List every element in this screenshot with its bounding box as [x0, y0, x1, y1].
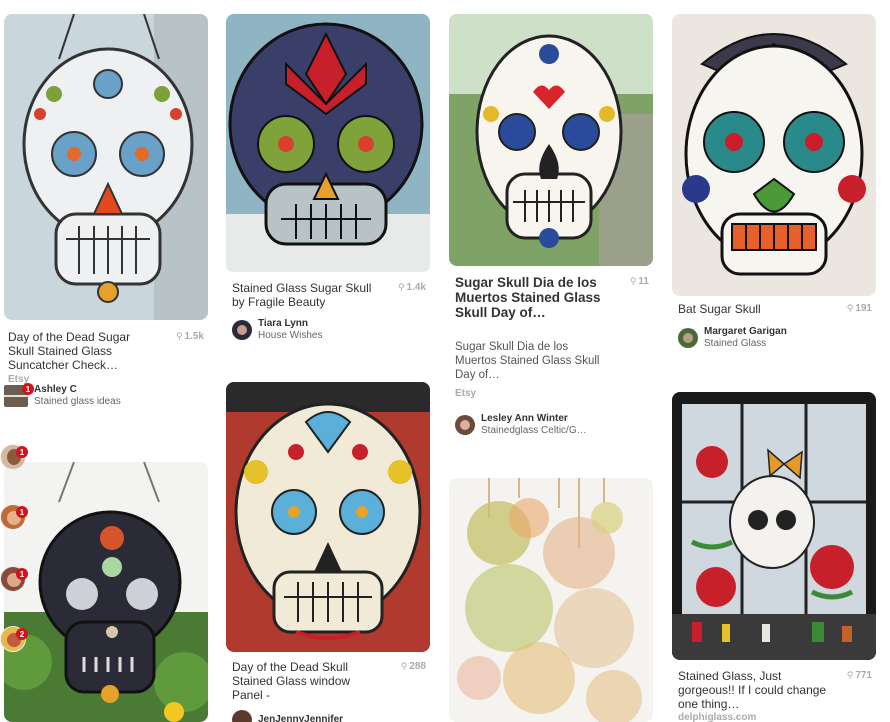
day-of-dead-panel-image	[226, 382, 430, 652]
dark-skull-image	[4, 462, 208, 722]
pin-title[interactable]: Bat Sugar Skull	[678, 302, 828, 316]
author-name[interactable]: Margaret Garigan	[704, 326, 787, 338]
side-avatar-badge: 1	[16, 446, 28, 458]
save-count-value: 191	[855, 303, 872, 314]
author-row[interactable]: Lesley Ann Winter Stainedglass Celtic/G…	[455, 413, 587, 437]
pin-image-fragile-beauty-skull[interactable]	[226, 14, 430, 272]
author-name[interactable]: Lesley Ann Winter	[481, 413, 587, 425]
author-avatar	[455, 415, 475, 435]
author-board[interactable]: Stained Glass	[704, 338, 787, 350]
author-board[interactable]: House Wishes	[258, 330, 322, 342]
save-count-value: 771	[855, 670, 872, 681]
author-row[interactable]: Tiara Lynn House Wishes	[232, 318, 322, 342]
pin-icon: ⚲	[846, 303, 854, 313]
save-count: ⚲ 1.5k	[176, 331, 204, 342]
side-avatar-badge: 1	[16, 568, 28, 580]
author-row[interactable]: JenJennyJennifer	[232, 710, 343, 722]
collaborator-board[interactable]: Stained glass ideas	[34, 396, 121, 408]
side-avatar-badge: 2	[16, 628, 28, 640]
author-row[interactable]: Margaret Garigan Stained Glass	[678, 326, 787, 350]
skull-suncatcher-image	[4, 14, 208, 320]
pin-icon: ⚲	[846, 670, 854, 680]
save-count: ⚲ 288	[401, 661, 426, 672]
pin-icon: ⚲	[400, 661, 408, 671]
pin-icon: ⚲	[397, 282, 405, 292]
save-count-value: 288	[409, 661, 426, 672]
author-avatar	[232, 710, 252, 722]
pin-source[interactable]: delphiglass.com	[678, 712, 756, 722]
save-count: ⚲ 191	[847, 303, 872, 314]
save-count: ⚲ 1.4k	[398, 282, 426, 293]
pin-image-dia-de-los-muertos-skull[interactable]	[449, 14, 653, 266]
author-name[interactable]: JenJennyJennifer	[258, 714, 343, 722]
pin-title[interactable]: Day of the Dead Skull Stained Glass wind…	[232, 660, 382, 702]
skull-window-image	[672, 392, 876, 660]
pin-image-skull-window[interactable]	[672, 392, 876, 660]
bat-sugar-skull-image	[672, 14, 876, 296]
glass-circles-image	[449, 478, 653, 722]
save-count: ⚲ 11	[630, 276, 649, 287]
pin-title[interactable]: Day of the Dead Sugar Skull Stained Glas…	[8, 330, 158, 372]
pin-description: Sugar Skull Dia de los Muertos Stained G…	[455, 341, 600, 381]
pin-title[interactable]: Sugar Skull Dia de los Muertos Stained G…	[455, 275, 605, 320]
collaborator-board-thumbnail: 1	[4, 383, 34, 407]
side-avatar-badge: 1	[16, 506, 28, 518]
pin-source[interactable]: Etsy	[455, 388, 476, 399]
author-avatar	[678, 328, 698, 348]
collaborator-name[interactable]: Ashley C	[34, 384, 121, 396]
notification-badge: 1	[22, 383, 34, 395]
author-avatar	[232, 320, 252, 340]
save-count-value: 1.5k	[184, 331, 204, 342]
pin-image-bat-sugar-skull[interactable]	[672, 14, 876, 296]
pin-image-sugar-skull-suncatcher[interactable]	[4, 14, 208, 320]
author-board[interactable]: Stainedglass Celtic/G…	[481, 425, 587, 437]
collaborator-row[interactable]: 1 Ashley C Stained glass ideas	[4, 383, 121, 408]
save-count: ⚲ 771	[847, 670, 872, 681]
pin-image-glass-circles[interactable]	[449, 478, 653, 722]
dia-de-los-muertos-skull-image	[449, 14, 653, 266]
pin-icon: ⚲	[629, 276, 637, 286]
pin-title[interactable]: Stained Glass Sugar Skull by Fragile Bea…	[232, 281, 382, 309]
pin-icon: ⚲	[175, 331, 183, 341]
pin-title[interactable]: Stained Glass, Just gorgeous!! If I coul…	[678, 669, 828, 711]
save-count-value: 11	[638, 276, 649, 287]
pin-image-day-of-dead-panel[interactable]	[226, 382, 430, 652]
save-count-value: 1.4k	[406, 282, 426, 293]
author-name[interactable]: Tiara Lynn	[258, 318, 322, 330]
pin-image-dark-sugar-skull[interactable]	[4, 462, 208, 722]
fragile-beauty-skull-image	[226, 14, 430, 272]
